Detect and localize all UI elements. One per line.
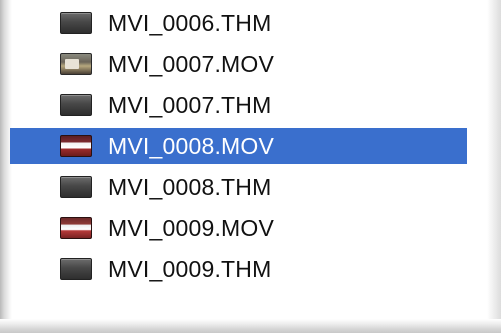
file-name: MVI_0008.MOV (108, 132, 275, 159)
file-row-mvi-0007-mov[interactable]: MVI_0007.MOV (12, 46, 485, 82)
file-name: MVI_0007.MOV (108, 50, 275, 77)
file-row-mvi-0009-mov[interactable]: MVI_0009.MOV (12, 210, 485, 246)
file-name: MVI_0009.THM (108, 255, 272, 282)
window-left-edge (0, 0, 12, 333)
finder-window: MVI_0006.THM MVI_0007.MOV MVI_0007.THM M… (0, 0, 501, 333)
file-list: MVI_0006.THM MVI_0007.MOV MVI_0007.THM M… (10, 0, 485, 305)
file-name: MVI_0009.MOV (108, 214, 275, 241)
movie-thumbnail-icon (60, 217, 92, 239)
thm-file-icon (60, 176, 92, 198)
thm-file-icon (60, 94, 92, 116)
scrollbar-track[interactable] (487, 0, 501, 333)
file-row-mvi-0008-mov[interactable]: MVI_0008.MOV (10, 128, 467, 164)
file-row-mvi-0007-thm[interactable]: MVI_0007.THM (12, 87, 485, 123)
file-row-mvi-0009-thm[interactable]: MVI_0009.THM (12, 251, 485, 287)
file-row-mvi-0006-thm[interactable]: MVI_0006.THM (12, 5, 485, 41)
file-row-mvi-0008-thm[interactable]: MVI_0008.THM (12, 169, 485, 205)
movie-thumbnail-icon (60, 135, 92, 157)
file-name: MVI_0007.THM (108, 91, 272, 118)
thm-file-icon (60, 12, 92, 34)
window-bottom-edge (0, 319, 501, 333)
thm-file-icon (60, 258, 92, 280)
movie-thumbnail-icon (60, 53, 92, 75)
file-name: MVI_0006.THM (108, 9, 272, 36)
file-name: MVI_0008.THM (108, 173, 272, 200)
